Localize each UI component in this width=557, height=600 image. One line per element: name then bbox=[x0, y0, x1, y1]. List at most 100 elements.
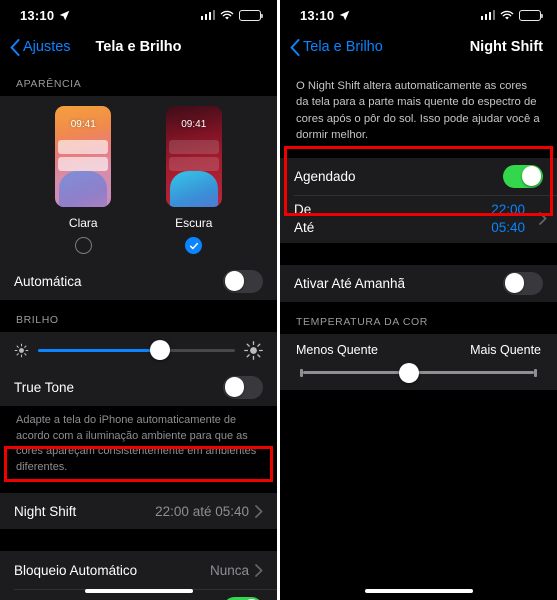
navigation-bar: Ajustes Tela e Brilho bbox=[0, 30, 277, 64]
light-theme-preview: 09:41 bbox=[55, 106, 112, 207]
battery-icon bbox=[239, 9, 263, 21]
night-shift-description: O Night Shift altera automaticamente as … bbox=[296, 80, 540, 142]
row-auto-lock[interactable]: Bloqueio Automático Nunca bbox=[0, 551, 277, 589]
brightness-track[interactable] bbox=[38, 340, 235, 360]
theme-selector-dark[interactable] bbox=[185, 237, 203, 254]
chevron-right-icon bbox=[255, 564, 263, 577]
color-temperature-header: TEMPERATURA DA COR bbox=[296, 315, 428, 328]
wifi-icon bbox=[500, 10, 514, 20]
chevron-right-icon bbox=[539, 212, 547, 225]
enable-tomorrow-toggle[interactable] bbox=[503, 271, 543, 295]
status-bar-right bbox=[200, 9, 263, 21]
dual-screenshot-container: 13:10 Ajustes Tela e Brilho APARÊNCIA 09… bbox=[0, 0, 557, 600]
automatic-label: Automática bbox=[14, 273, 82, 289]
status-bar-right bbox=[480, 9, 543, 21]
preview-card bbox=[58, 157, 109, 171]
true-tone-label: True Tone bbox=[14, 379, 75, 395]
preview-card bbox=[168, 140, 219, 154]
status-bar: 13:10 bbox=[0, 0, 277, 30]
home-indicator bbox=[364, 588, 473, 593]
row-night-shift[interactable]: Night Shift 22:00 até 05:40 bbox=[0, 493, 277, 529]
theme-selector-light[interactable] bbox=[74, 237, 92, 254]
theme-options: 09:41 Clara 09:41 Escura bbox=[0, 106, 277, 254]
automatic-group: Automática bbox=[0, 262, 277, 300]
night-shift-label: Night Shift bbox=[14, 503, 77, 519]
home-indicator bbox=[84, 588, 193, 593]
dark-theme-preview: 09:41 bbox=[165, 106, 222, 207]
color-temperature-group: Menos Quente Mais Quente bbox=[280, 333, 557, 390]
back-button-label: Ajustes bbox=[23, 39, 71, 55]
brightness-knob[interactable] bbox=[150, 340, 171, 360]
to-label: Até bbox=[294, 220, 315, 235]
appearance-section-header: APARÊNCIA bbox=[16, 78, 82, 90]
location-arrow-icon bbox=[339, 10, 350, 20]
preview-time-dark: 09:41 bbox=[181, 119, 207, 130]
night-shift-group: Night Shift 22:00 até 05:40 bbox=[0, 493, 277, 530]
preview-blob bbox=[59, 171, 108, 207]
auto-lock-value: Nunca bbox=[209, 562, 249, 578]
preview-card bbox=[58, 140, 109, 154]
page-title: Night Shift bbox=[469, 39, 543, 55]
spacer bbox=[0, 475, 277, 494]
spacer bbox=[0, 529, 277, 552]
more-warm-label: Mais Quente bbox=[470, 342, 541, 357]
scheduled-toggle[interactable] bbox=[503, 164, 543, 188]
brightness-fill bbox=[38, 348, 161, 352]
status-bar-time: 13:10 bbox=[20, 7, 55, 23]
row-true-tone[interactable]: True Tone bbox=[0, 368, 277, 406]
chevron-left-icon bbox=[10, 38, 20, 56]
brightness-section-header: BRILHO bbox=[16, 314, 59, 326]
temperature-knob[interactable] bbox=[399, 362, 420, 383]
brightness-slider-row[interactable] bbox=[0, 332, 277, 368]
automatic-toggle[interactable] bbox=[223, 269, 263, 293]
row-schedule-times[interactable]: De Até 22:00 05:40 bbox=[280, 194, 557, 243]
theme-option-dark[interactable]: 09:41 Escura bbox=[165, 106, 222, 254]
preview-time-light: 09:41 bbox=[70, 119, 96, 130]
chevron-right-icon bbox=[255, 505, 263, 518]
display-brightness-screen: 13:10 Ajustes Tela e Brilho APARÊNCIA 09… bbox=[0, 0, 277, 600]
status-bar-left: 13:10 bbox=[20, 8, 70, 23]
navigation-bar: Tela e Brilho Night Shift bbox=[280, 30, 557, 64]
temperature-track[interactable] bbox=[303, 362, 534, 383]
temperature-slider-row[interactable] bbox=[280, 357, 557, 383]
preview-blob bbox=[169, 171, 218, 207]
location-arrow-icon bbox=[59, 10, 70, 20]
back-button-tela-e-brilho[interactable]: Tela e Brilho bbox=[290, 38, 383, 56]
back-button-ajustes[interactable]: Ajustes bbox=[10, 38, 71, 56]
theme-option-light[interactable]: 09:41 Clara bbox=[55, 106, 112, 254]
row-automatic[interactable]: Automática bbox=[0, 262, 277, 300]
enable-tomorrow-group: Ativar Até Amanhã bbox=[280, 264, 557, 302]
scheduled-label: Agendado bbox=[294, 168, 356, 184]
less-warm-label: Menos Quente bbox=[296, 342, 378, 357]
back-button-label: Tela e Brilho bbox=[303, 39, 383, 55]
night-shift-screen: 13:10 Tela e Brilho Night Shift O Night … bbox=[280, 0, 557, 600]
theme-label-dark: Escura bbox=[175, 216, 213, 230]
row-enable-until-tomorrow[interactable]: Ativar Até Amanhã bbox=[280, 265, 557, 302]
enable-tomorrow-label: Ativar Até Amanhã bbox=[294, 275, 406, 291]
cellular-signal-icon bbox=[480, 10, 495, 20]
spacer bbox=[280, 242, 557, 265]
true-tone-toggle[interactable] bbox=[223, 375, 263, 399]
schedule-group: Agendado De Até 22:00 05:40 bbox=[280, 157, 557, 243]
brightness-low-icon bbox=[14, 343, 29, 357]
true-tone-footnote: Adapte a tela do iPhone automaticamente … bbox=[16, 414, 257, 473]
from-label: De bbox=[294, 202, 312, 217]
true-tone-group: True Tone bbox=[0, 368, 277, 406]
brightness-high-icon bbox=[244, 340, 263, 360]
temperature-labels: Menos Quente Mais Quente bbox=[280, 343, 557, 357]
cellular-signal-icon bbox=[200, 10, 215, 20]
battery-icon bbox=[519, 9, 543, 21]
preview-card bbox=[168, 157, 219, 171]
appearance-group: 09:41 Clara 09:41 Escura bbox=[0, 96, 277, 262]
slider-right-cap bbox=[534, 368, 537, 377]
auto-lock-label: Bloqueio Automático bbox=[14, 562, 138, 578]
checkmark-selected-icon bbox=[185, 237, 203, 254]
schedule-time-values: 22:00 05:40 bbox=[491, 202, 531, 235]
to-value: 05:40 bbox=[491, 220, 525, 235]
wifi-icon bbox=[220, 10, 234, 20]
row-scheduled[interactable]: Agendado bbox=[280, 158, 557, 195]
chevron-left-icon bbox=[290, 38, 300, 56]
status-bar-left: 13:10 bbox=[300, 8, 350, 23]
schedule-time-labels: De Até bbox=[294, 202, 491, 235]
from-value: 22:00 bbox=[491, 202, 525, 217]
